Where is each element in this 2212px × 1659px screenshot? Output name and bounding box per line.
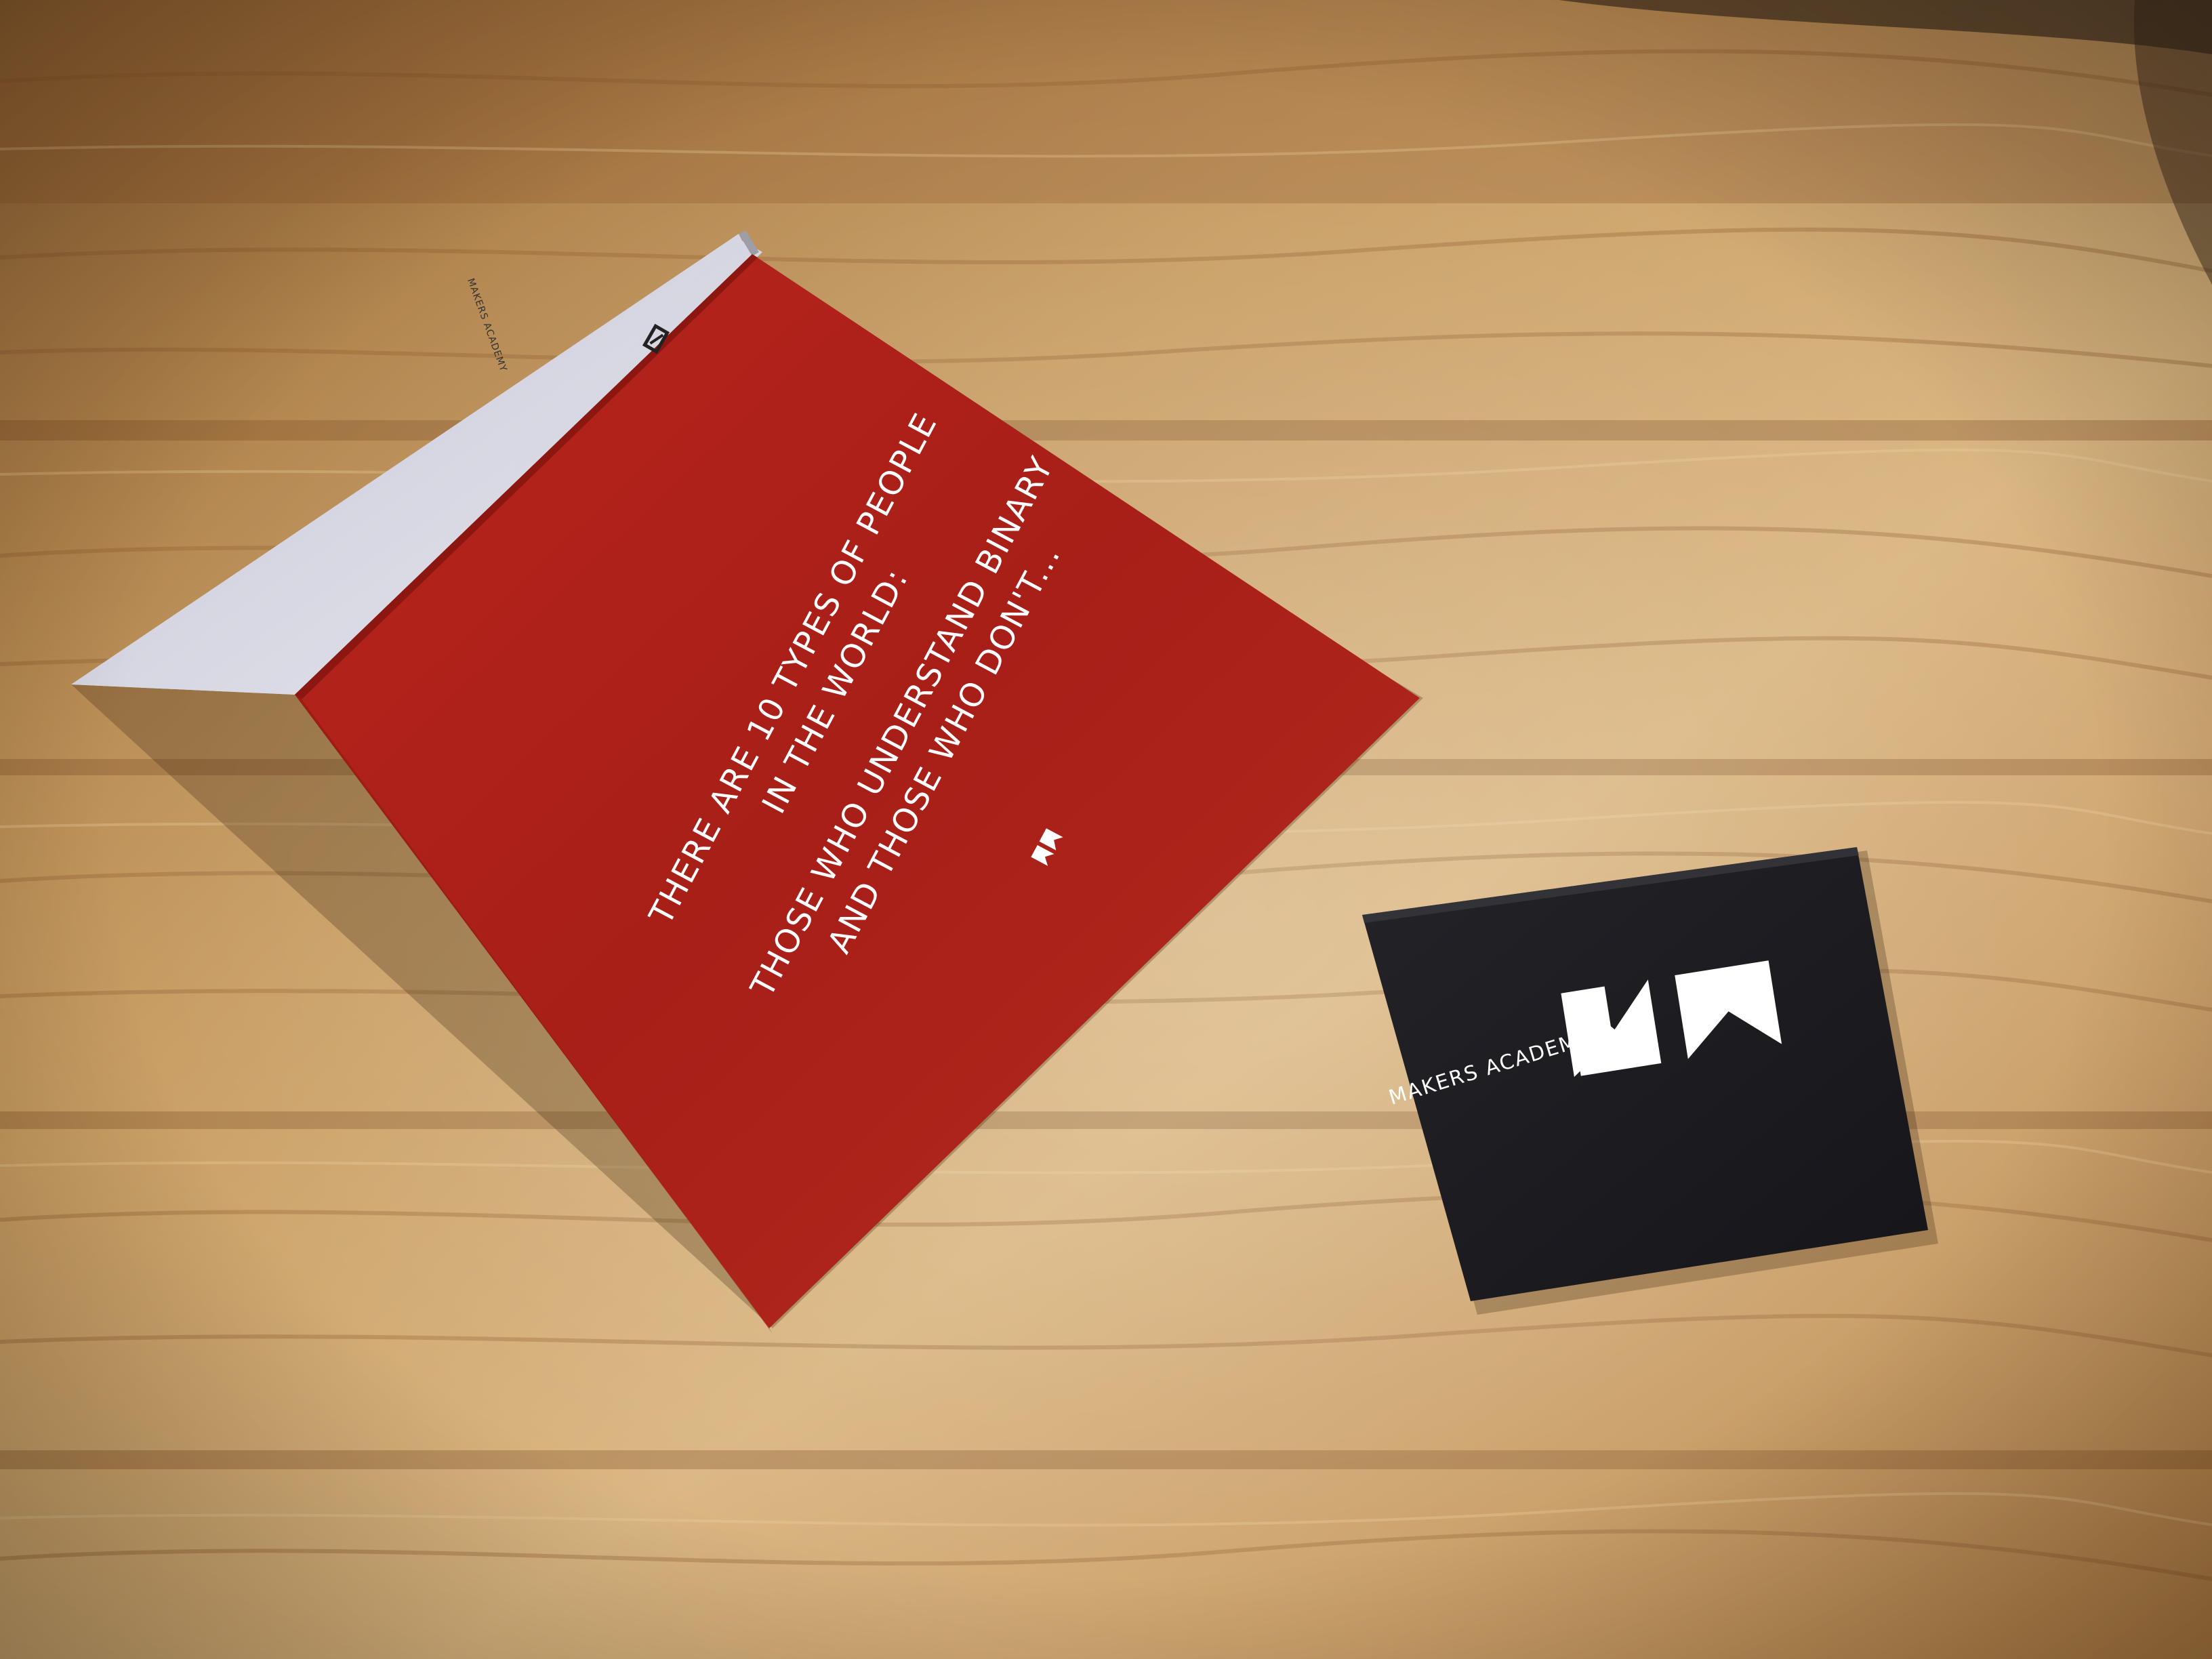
table-surface bbox=[0, 0, 2212, 1659]
photo-scene: THERE ARE 10 TYPES OF PEOPLE IN THE WORL… bbox=[0, 0, 2212, 1659]
